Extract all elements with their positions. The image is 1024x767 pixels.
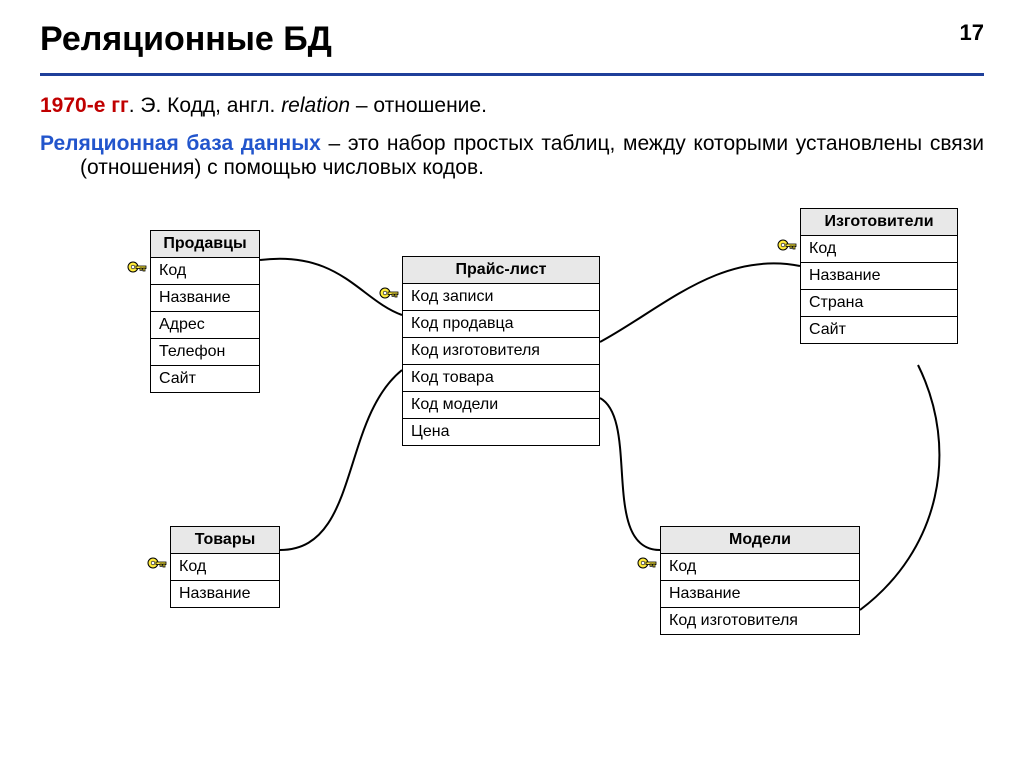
entity-pricelist: Прайс-лист Код записи Код продавца Код и… [402, 256, 600, 446]
intro-mid1: . Э. Кодд, англ. [129, 94, 281, 117]
entity-pricelist-header: Прайс-лист [403, 257, 600, 284]
table-row: Код изготовителя [661, 608, 860, 635]
er-diagram: Продавцы Код Название Адрес Телефон Сайт… [40, 190, 984, 670]
table-row: Название [801, 263, 958, 290]
table-row: Код [151, 258, 260, 285]
entity-sellers-header: Продавцы [151, 231, 260, 258]
entity-goods-header: Товары [171, 527, 280, 554]
table-row: Код [661, 554, 860, 581]
table-row: Код [171, 554, 280, 581]
table-row: Сайт [801, 317, 958, 344]
title-divider [40, 73, 984, 76]
table-row: Код изготовителя [403, 338, 600, 365]
key-icon [378, 286, 400, 306]
table-row: Цена [403, 419, 600, 446]
entity-sellers: Продавцы Код Название Адрес Телефон Сайт [150, 230, 260, 393]
key-icon [146, 556, 168, 576]
entity-goods: Товары Код Название [170, 526, 280, 608]
entity-models-header: Модели [661, 527, 860, 554]
table-row: Телефон [151, 339, 260, 366]
table-row: Код [801, 236, 958, 263]
table-row: Код записи [403, 284, 600, 311]
entity-models: Модели Код Название Код изготовителя [660, 526, 860, 635]
entity-manufacturers: Изготовители Код Название Страна Сайт [800, 208, 958, 344]
definition-term: Реляционная база данных [40, 132, 321, 155]
entity-manufacturers-header: Изготовители [801, 209, 958, 236]
table-row: Название [171, 581, 280, 608]
table-row: Код товара [403, 365, 600, 392]
intro-mid2: – отношение. [350, 94, 487, 117]
table-row: Сайт [151, 366, 260, 393]
table-row: Адрес [151, 312, 260, 339]
table-row: Название [661, 581, 860, 608]
table-row: Код модели [403, 392, 600, 419]
intro-year: 1970-е гг [40, 94, 129, 117]
table-row: Страна [801, 290, 958, 317]
intro-italic: relation [281, 94, 350, 117]
table-row: Название [151, 285, 260, 312]
page-number: 17 [960, 20, 984, 46]
table-row: Код продавца [403, 311, 600, 338]
key-icon [776, 238, 798, 258]
page-title: Реляционные БД [40, 20, 984, 59]
key-icon [126, 260, 148, 280]
key-icon [636, 556, 658, 576]
intro-line: 1970-е гг. Э. Кодд, англ. relation – отн… [40, 94, 984, 118]
definition-line: Реляционная база данных – это набор прос… [40, 132, 984, 180]
